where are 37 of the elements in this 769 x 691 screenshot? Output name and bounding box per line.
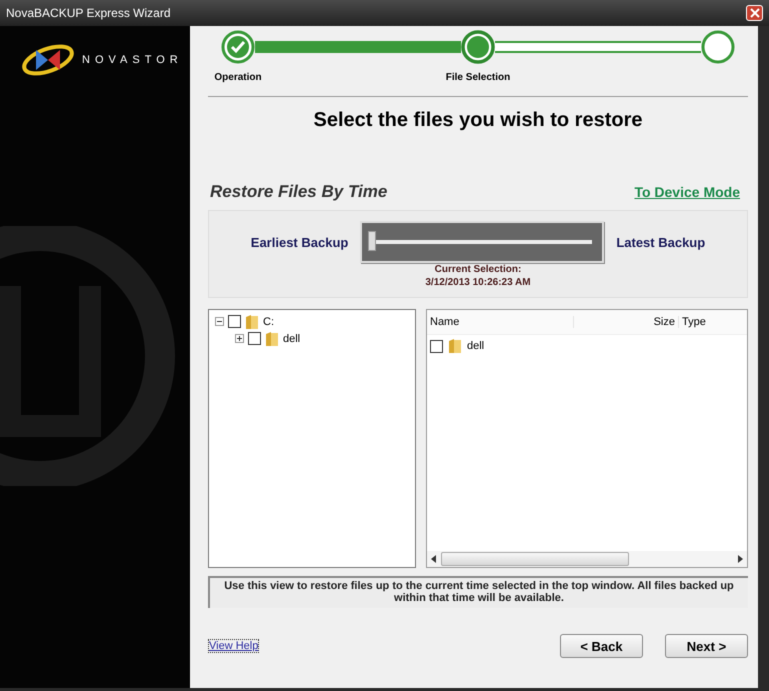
nav-button[interactable]: Next > [665, 634, 748, 658]
step-label: Operation [214, 72, 262, 83]
close-button[interactable] [746, 5, 763, 21]
expand-icon[interactable] [235, 334, 244, 343]
device-mode-link[interactable]: To Device Mode [634, 184, 740, 200]
tree-item[interactable]: dell [283, 332, 300, 344]
scroll-right-icon[interactable] [737, 555, 743, 563]
earliest-label: Earliest Backup [250, 234, 348, 250]
window-title: NovaBACKUP Express Wizard [6, 6, 170, 20]
time-slider[interactable] [360, 221, 604, 263]
page-heading: Select the files you wish to restore [312, 109, 644, 132]
folder-icon [448, 338, 462, 354]
help-link[interactable]: View Help [208, 639, 260, 653]
collapse-icon[interactable] [215, 317, 224, 326]
column-header[interactable]: Size [574, 316, 679, 328]
folder-icon [245, 314, 259, 330]
checkbox[interactable] [430, 340, 443, 352]
slider-thumb[interactable] [368, 231, 376, 251]
horizontal-scrollbar[interactable] [427, 551, 747, 567]
nav-button[interactable]: < Back [560, 634, 643, 658]
column-header[interactable]: Name [427, 316, 574, 328]
file-name[interactable]: dell [467, 340, 484, 352]
section-title: Restore Files By Time [210, 182, 388, 202]
selection-caption: Current Selection: [434, 263, 522, 276]
latest-label: Latest Backup [616, 234, 706, 250]
scrollbar-thumb[interactable] [441, 552, 629, 566]
selection-value: 3/12/2013 10:26:23 AM [424, 276, 532, 289]
scroll-left-icon[interactable] [431, 555, 437, 563]
brand-name: NOVASTOR [82, 54, 183, 66]
info-text: Use this view to restore files up to the current time selected in the top window. All files backed up within that time will be available. [208, 576, 748, 608]
checkbox[interactable] [248, 332, 261, 345]
checkbox[interactable] [228, 315, 241, 328]
column-header[interactable]: Type [679, 316, 747, 328]
folder-icon [265, 330, 279, 346]
close-icon [750, 8, 760, 18]
step-label: File Selection [446, 72, 510, 83]
tree-item[interactable]: C: [263, 316, 274, 328]
